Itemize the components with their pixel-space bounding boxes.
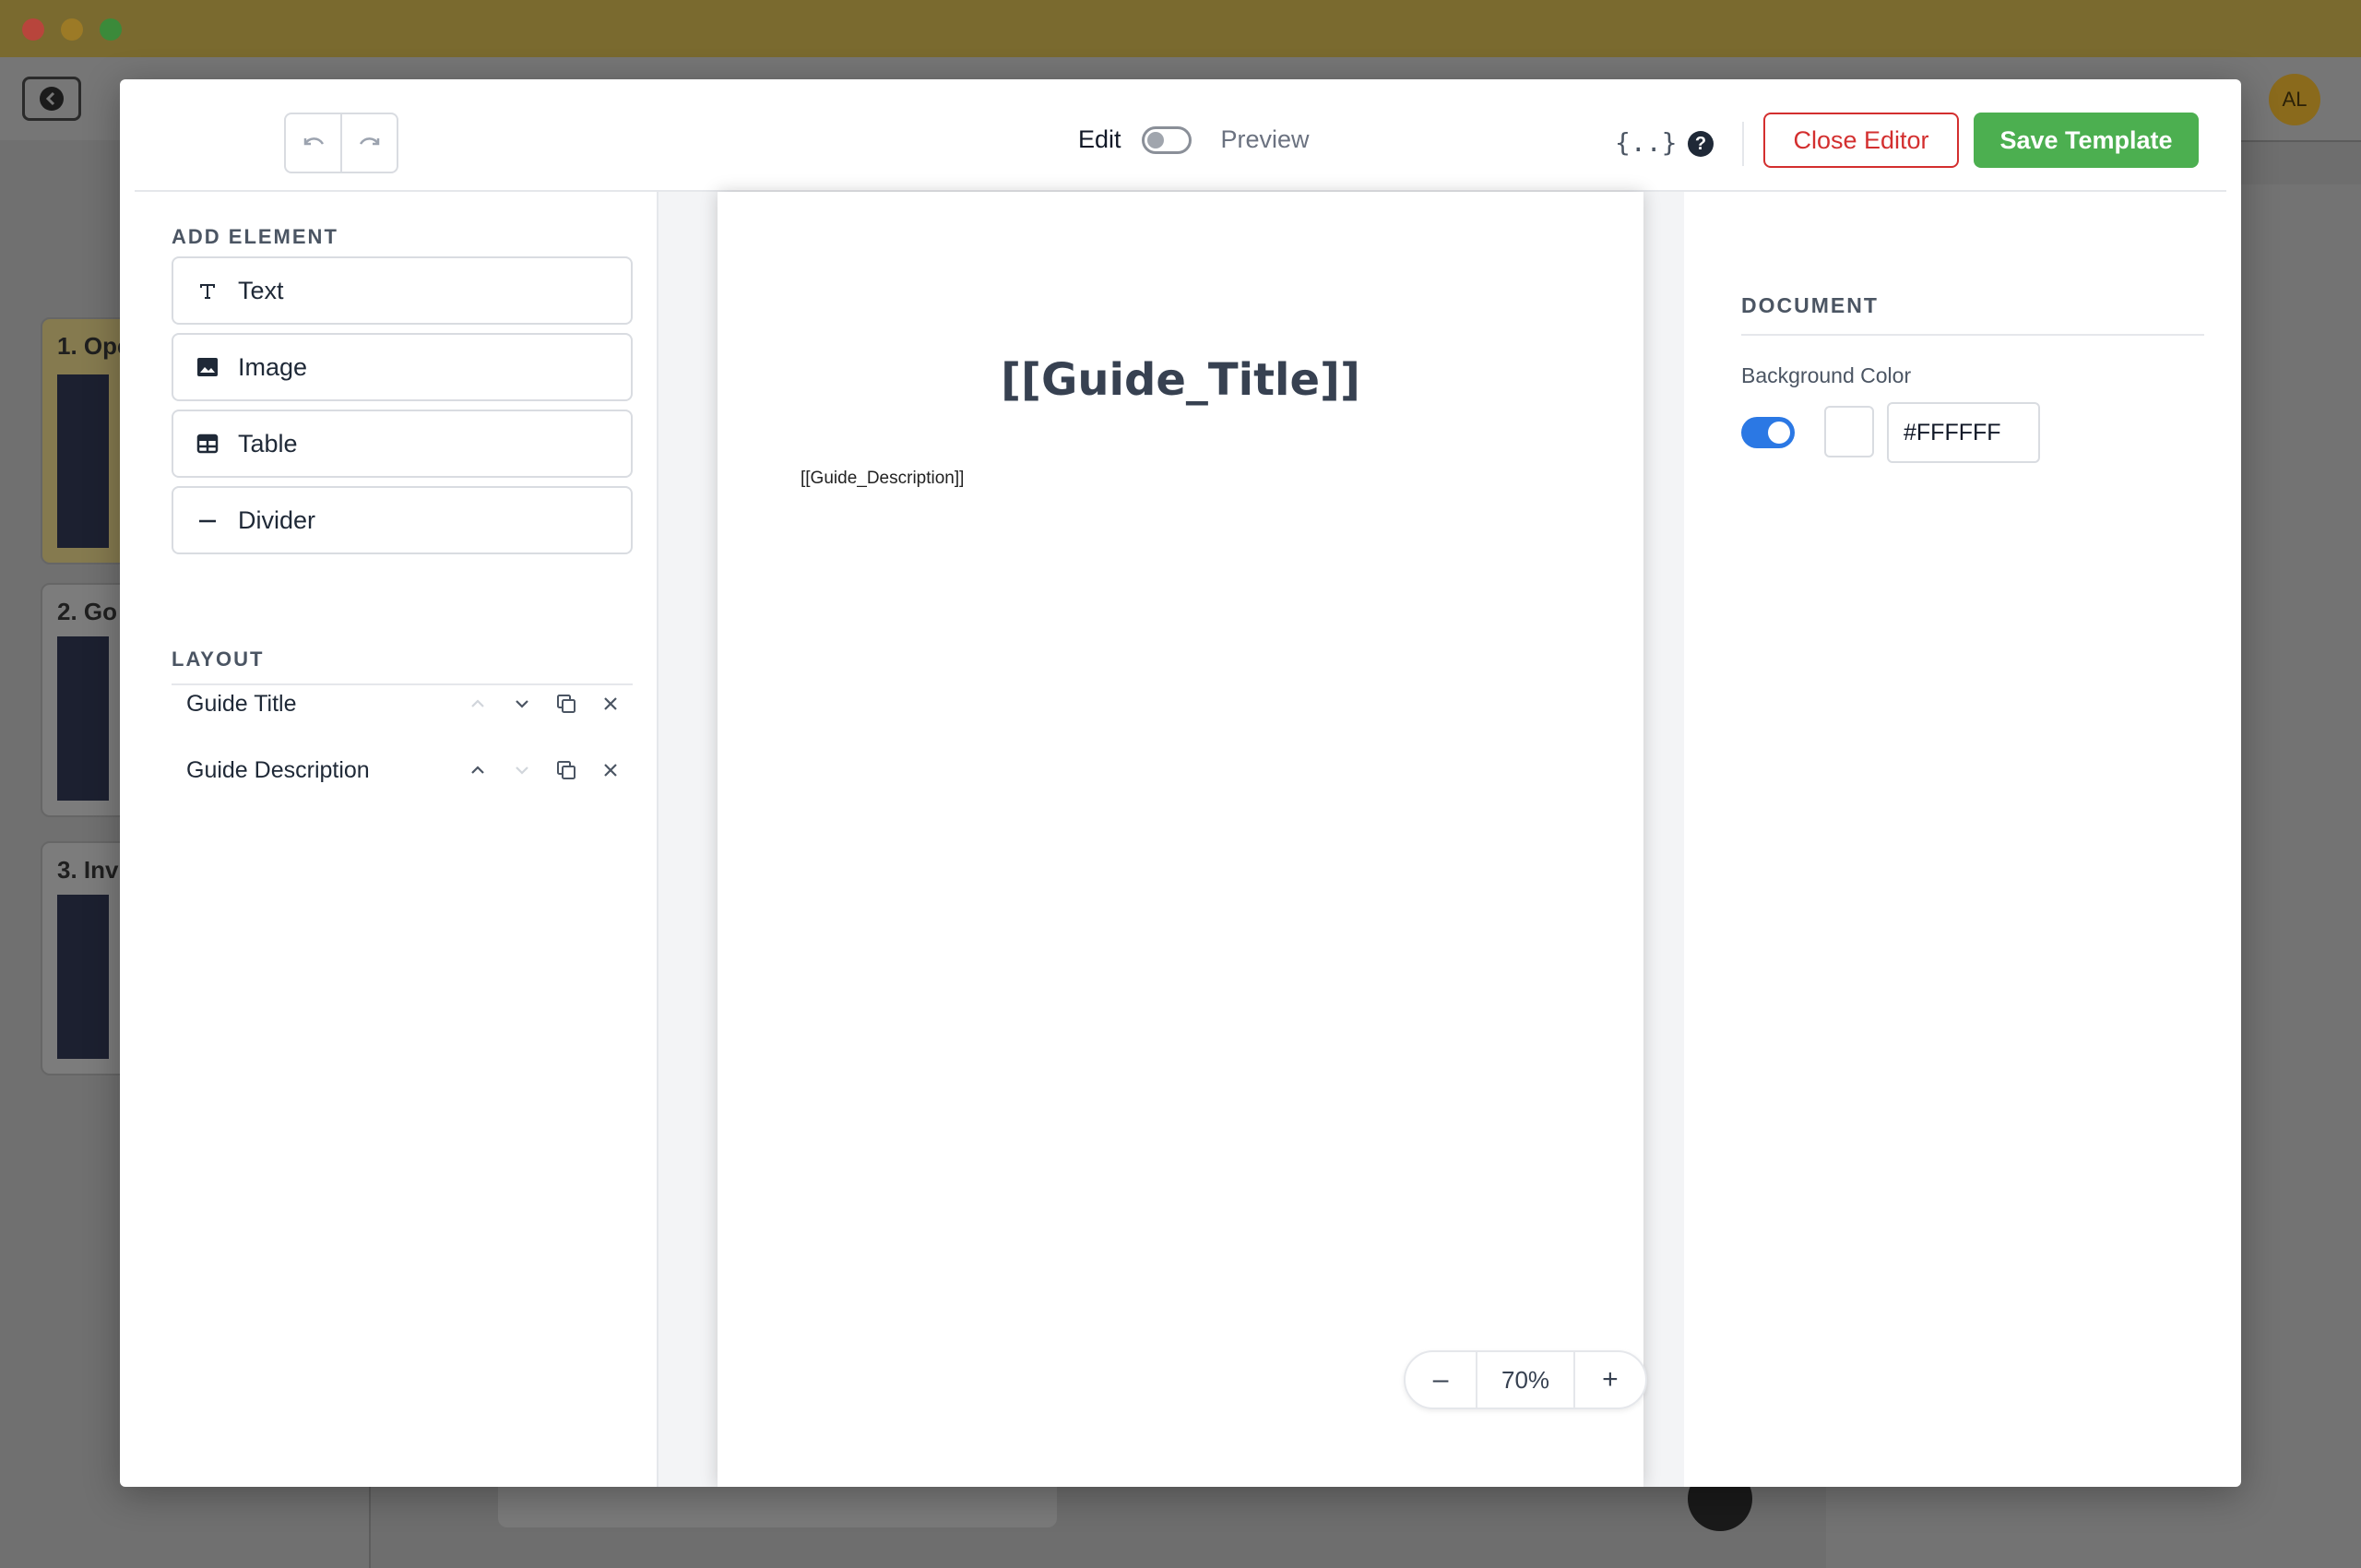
add-element-heading: ADD ELEMENT (172, 225, 338, 248)
zoom-level: 70% (1476, 1352, 1575, 1408)
page-description-block[interactable]: [[Guide_Description]] (801, 469, 964, 489)
layout-item[interactable]: Guide Description (172, 738, 633, 802)
layout-item[interactable]: Guide Title (172, 671, 633, 736)
redo-button[interactable] (340, 114, 397, 172)
toggle-knob (1768, 422, 1790, 444)
hex-color-input[interactable]: #FFFFFF (1887, 402, 2040, 463)
properties-panel: DOCUMENT Background Color #FFFFFF (1686, 192, 2241, 1487)
variables-icon[interactable]: {..} (1615, 127, 1677, 158)
window-zoom-dot[interactable] (100, 18, 122, 41)
back-arrow-icon (40, 87, 64, 111)
redo-icon (359, 137, 379, 146)
help-icon[interactable]: ? (1688, 131, 1714, 157)
window-titlebar (0, 0, 2361, 57)
add-text-button[interactable]: Text (172, 256, 633, 325)
chevron-down-icon (516, 700, 528, 708)
move-down-button[interactable] (500, 697, 544, 710)
undo-button[interactable] (286, 114, 340, 172)
document-canvas: [[Guide_Title]] [[Guide_Description]] – … (658, 192, 1684, 1487)
move-up-button[interactable] (456, 764, 500, 777)
chevron-up-icon (471, 699, 484, 707)
document-page[interactable]: [[Guide_Title]] [[Guide_Description]] (718, 192, 1643, 1487)
step-thumbnail (57, 374, 109, 548)
add-table-label: Table (238, 429, 298, 457)
back-button[interactable] (22, 77, 81, 121)
image-icon (196, 355, 219, 379)
layout-item-label: Guide Title (186, 690, 297, 717)
layout-heading: LAYOUT (172, 647, 265, 671)
page-title-block[interactable]: [[Guide_Title]] (718, 354, 1643, 406)
template-editor-modal: Edit Preview {..} ? Close Editor Save Te… (120, 79, 2241, 1487)
editor-header: Edit Preview {..} ? Close Editor Save Te… (135, 79, 2226, 192)
layout-item-label: Guide Description (186, 756, 370, 783)
zoom-control: – 70% + (1404, 1350, 1647, 1409)
history-controls (284, 113, 398, 173)
mode-edit-label[interactable]: Edit (1078, 125, 1121, 154)
zoom-in-button[interactable]: + (1575, 1352, 1645, 1408)
duplicate-button[interactable] (544, 693, 588, 715)
step-thumbnail (57, 895, 109, 1059)
edit-preview-toggle[interactable] (1141, 125, 1192, 154)
zoom-out-button[interactable]: – (1406, 1352, 1476, 1408)
add-table-button[interactable]: Table (172, 410, 633, 478)
duplicate-button[interactable] (544, 759, 588, 781)
move-up-button[interactable] (456, 697, 500, 710)
copy-icon (557, 761, 575, 779)
user-avatar[interactable]: AL (2269, 74, 2320, 125)
text-icon (196, 279, 219, 303)
save-template-button[interactable]: Save Template (1974, 113, 2199, 168)
add-divider-button[interactable]: Divider (172, 486, 633, 554)
divider-icon (196, 508, 219, 532)
step-label: 3. Invi (57, 856, 125, 884)
add-image-button[interactable]: Image (172, 333, 633, 401)
document-heading: DOCUMENT (1741, 293, 1879, 317)
close-editor-button[interactable]: Close Editor (1763, 113, 1959, 168)
add-text-label: Text (238, 276, 284, 304)
close-icon (604, 697, 617, 710)
background-color-label: Background Color (1741, 363, 1912, 387)
toggle-knob (1146, 131, 1164, 148)
heading-underline (1741, 334, 2204, 336)
background-color-toggle[interactable] (1741, 417, 1795, 448)
remove-button[interactable] (588, 761, 633, 779)
step-label: 2. Go (57, 598, 118, 625)
chevron-down-icon (516, 766, 528, 775)
header-divider (1742, 122, 1744, 166)
close-icon (604, 764, 617, 777)
move-down-button[interactable] (500, 764, 544, 777)
color-swatch[interactable] (1824, 406, 1874, 457)
mode-preview-label[interactable]: Preview (1221, 125, 1310, 154)
step-thumbnail (57, 636, 109, 801)
copy-icon (557, 695, 575, 713)
window-minimize-dot[interactable] (61, 18, 83, 41)
add-image-label: Image (238, 352, 308, 381)
add-divider-label: Divider (238, 505, 316, 534)
remove-button[interactable] (588, 695, 633, 713)
window-close-dot[interactable] (22, 18, 44, 41)
chevron-up-icon (471, 766, 484, 774)
table-icon (196, 432, 219, 456)
undo-icon (303, 137, 324, 146)
left-panel: ADD ELEMENT Text Image Table Divider LAY… (120, 192, 658, 1487)
mode-switcher: Edit Preview (1078, 125, 1310, 154)
